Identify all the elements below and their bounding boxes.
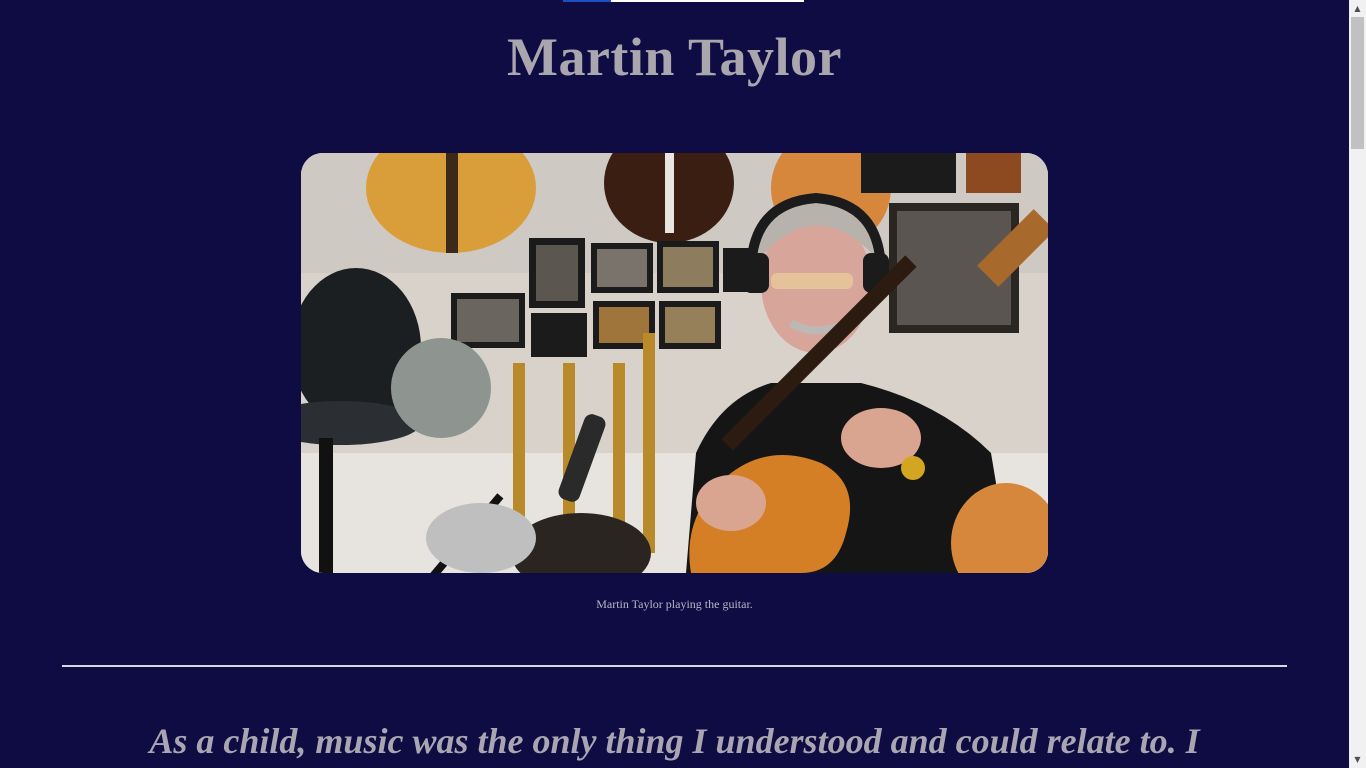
scrollbar-thumb[interactable] <box>1351 17 1364 149</box>
photo-caption: Martin Taylor playing the guitar. <box>596 597 753 611</box>
scroll-down-icon[interactable]: ▼ <box>1349 751 1366 768</box>
top-progress-fill <box>563 0 611 2</box>
hero-photo <box>301 153 1048 573</box>
top-progress-indicator <box>563 0 804 2</box>
guitarist-photo-illustration <box>301 153 1048 573</box>
page-title: Martin Taylor <box>506 27 842 87</box>
quote-text: As a child, music was the only thing I u… <box>149 721 1200 761</box>
vertical-scrollbar[interactable]: ▲ ▼ <box>1349 0 1366 768</box>
section-divider <box>62 665 1287 667</box>
scroll-up-icon[interactable]: ▲ <box>1349 0 1366 17</box>
